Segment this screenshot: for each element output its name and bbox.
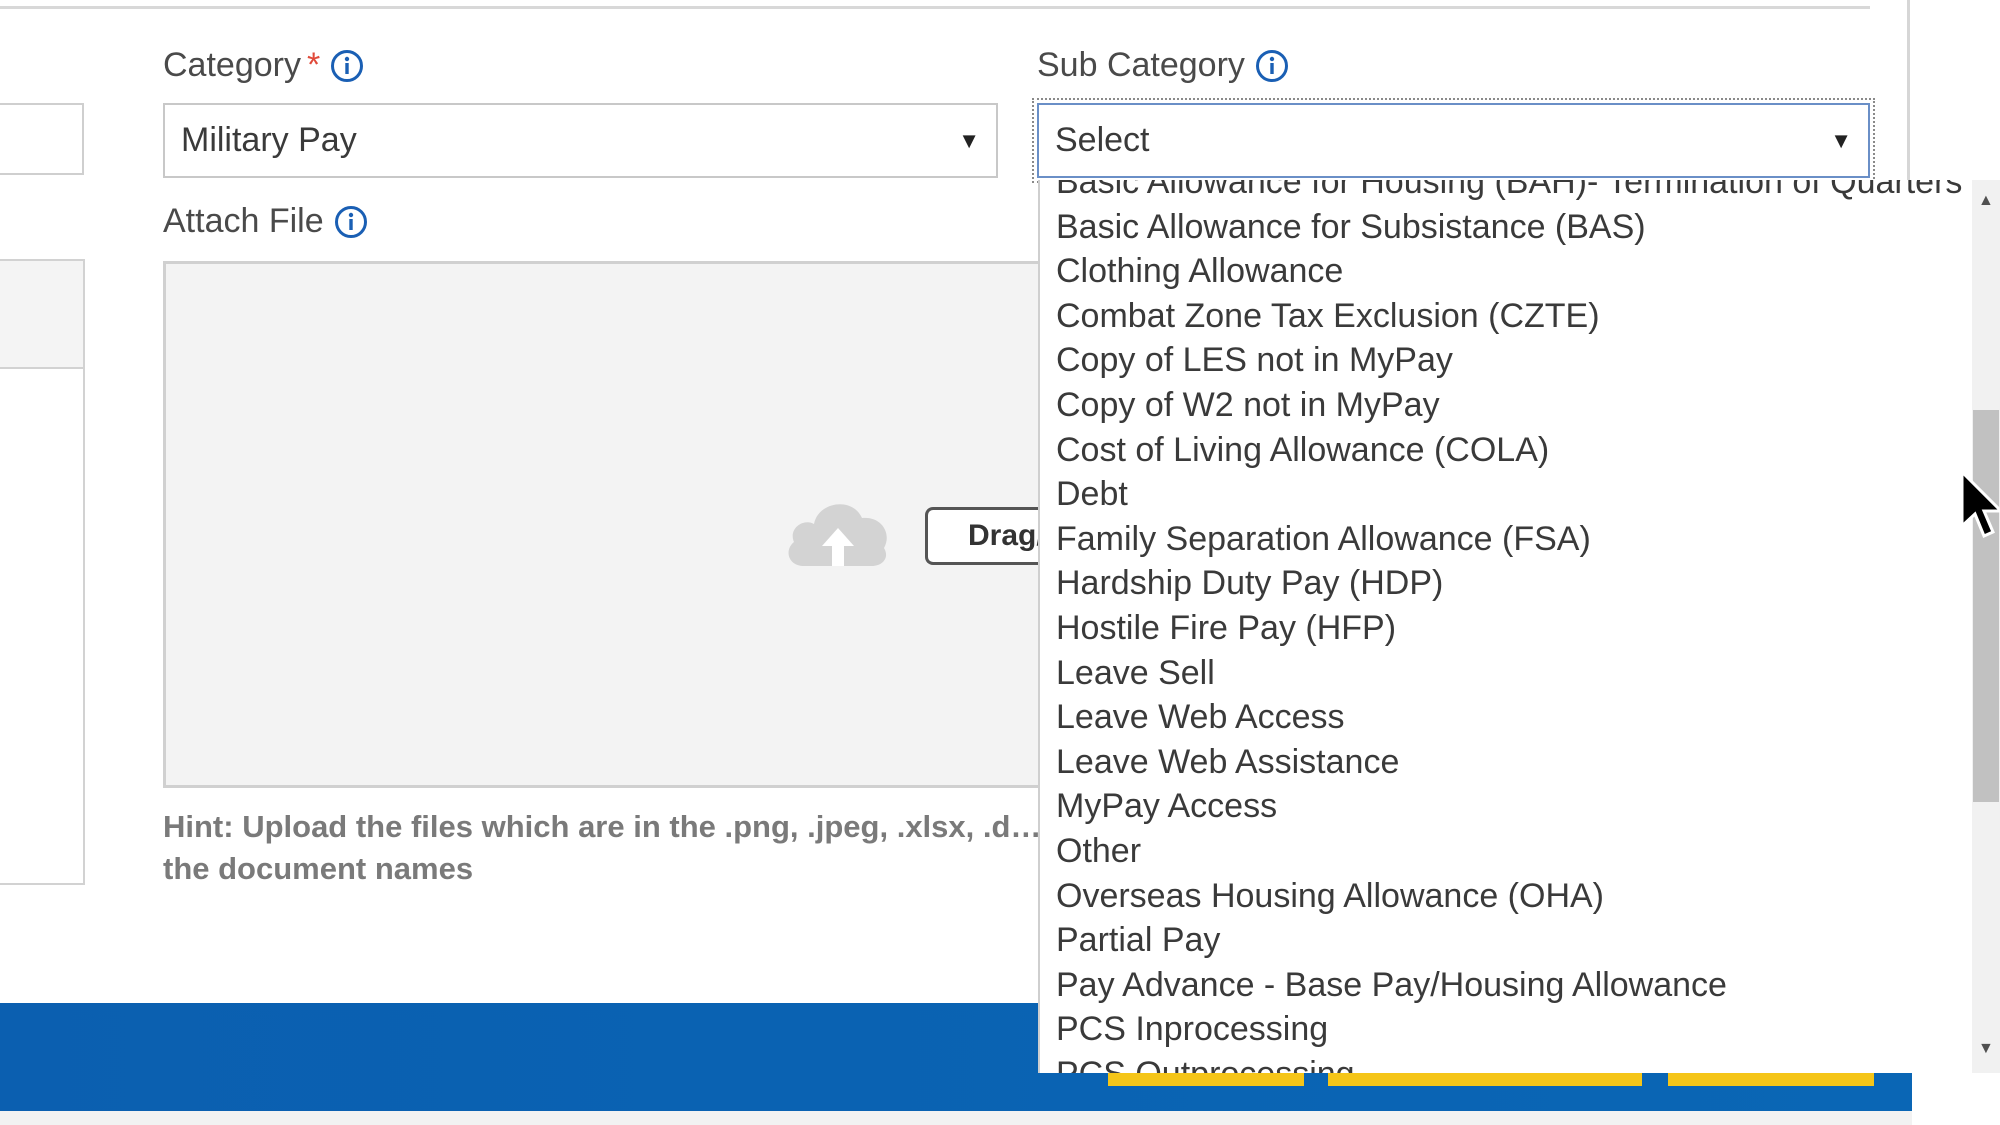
sub-category-option[interactable]: Basic Allowance for Subsistance (BAS) <box>1056 205 1962 250</box>
sub-category-option[interactable]: Combat Zone Tax Exclusion (CZTE) <box>1056 294 1962 339</box>
sub-category-option[interactable]: Clothing Allowance <box>1056 249 1962 294</box>
left-panel-partial <box>0 259 85 885</box>
category-selected-value: Military Pay <box>181 121 357 159</box>
file-dropzone[interactable] <box>163 261 1043 788</box>
category-label: Category * <box>163 46 364 85</box>
sub-category-options: Basic Allowance for Housing (BAH)- Termi… <box>1056 180 1962 1073</box>
drag-upload-button-label: Drag/ <box>968 519 1045 552</box>
sub-category-dropdown[interactable]: Basic Allowance for Housing (BAH)- Termi… <box>1038 180 2000 1073</box>
sub-category-option[interactable]: Copy of LES not in MyPay <box>1056 338 1962 383</box>
info-icon[interactable] <box>334 205 368 239</box>
sub-category-option[interactable]: Other <box>1056 829 1962 874</box>
mouse-pointer-icon <box>1960 470 2000 538</box>
sub-category-option[interactable]: Overseas Housing Allowance (OHA) <box>1056 874 1962 919</box>
upload-hint: Hint: Upload the files which are in the … <box>163 809 1042 886</box>
sub-category-selected-value: Select <box>1055 121 1150 159</box>
top-divider <box>0 6 1870 9</box>
sub-category-option[interactable]: Cost of Living Allowance (COLA) <box>1056 428 1962 473</box>
required-mark: * <box>306 46 321 84</box>
sub-category-option[interactable]: MyPay Access <box>1056 784 1962 829</box>
attach-file-label: Attach File <box>163 202 368 241</box>
info-icon[interactable] <box>1255 49 1289 83</box>
sub-category-option[interactable]: PCS Outprocessing <box>1056 1052 1962 1073</box>
footer-bottom-strip <box>0 1111 1912 1125</box>
category-label-text: Category <box>163 46 301 84</box>
info-icon[interactable] <box>330 49 364 83</box>
cloud-upload-icon <box>788 504 887 566</box>
sub-category-option[interactable]: Copy of W2 not in MyPay <box>1056 383 1962 428</box>
sub-category-option[interactable]: PCS Inprocessing <box>1056 1007 1962 1052</box>
scroll-down-arrow-icon[interactable]: ▼ <box>1978 1040 1994 1058</box>
caret-down-icon: ▼ <box>958 127 980 153</box>
sub-category-label: Sub Category <box>1037 46 1289 85</box>
sub-category-option[interactable]: Leave Web Access <box>1056 695 1962 740</box>
sub-category-option[interactable]: Family Separation Allowance (FSA) <box>1056 517 1962 562</box>
sub-category-option[interactable]: Hostile Fire Pay (HFP) <box>1056 606 1962 651</box>
sub-category-option[interactable]: Leave Sell <box>1056 651 1962 696</box>
sub-category-option[interactable]: Partial Pay <box>1056 918 1962 963</box>
sub-category-select[interactable]: Select ▼ <box>1032 98 1875 183</box>
sub-category-label-text: Sub Category <box>1037 46 1245 84</box>
attach-file-label-text: Attach File <box>163 202 324 240</box>
sub-category-option[interactable]: Leave Web Assistance <box>1056 740 1962 785</box>
sub-category-option[interactable]: Hardship Duty Pay (HDP) <box>1056 561 1962 606</box>
dropdown-scroll-thumb[interactable] <box>1973 410 1999 802</box>
sub-category-option[interactable]: Basic Allowance for Housing (BAH)- Termi… <box>1056 180 1962 205</box>
category-select[interactable]: Military Pay ▼ <box>163 103 998 178</box>
sub-category-option[interactable]: Pay Advance - Base Pay/Housing Allowance <box>1056 963 1962 1008</box>
caret-down-icon: ▼ <box>1830 127 1852 153</box>
scroll-up-arrow-icon[interactable]: ▲ <box>1978 192 1994 210</box>
left-input-partial[interactable] <box>0 103 84 175</box>
sub-category-option[interactable]: Debt <box>1056 472 1962 517</box>
